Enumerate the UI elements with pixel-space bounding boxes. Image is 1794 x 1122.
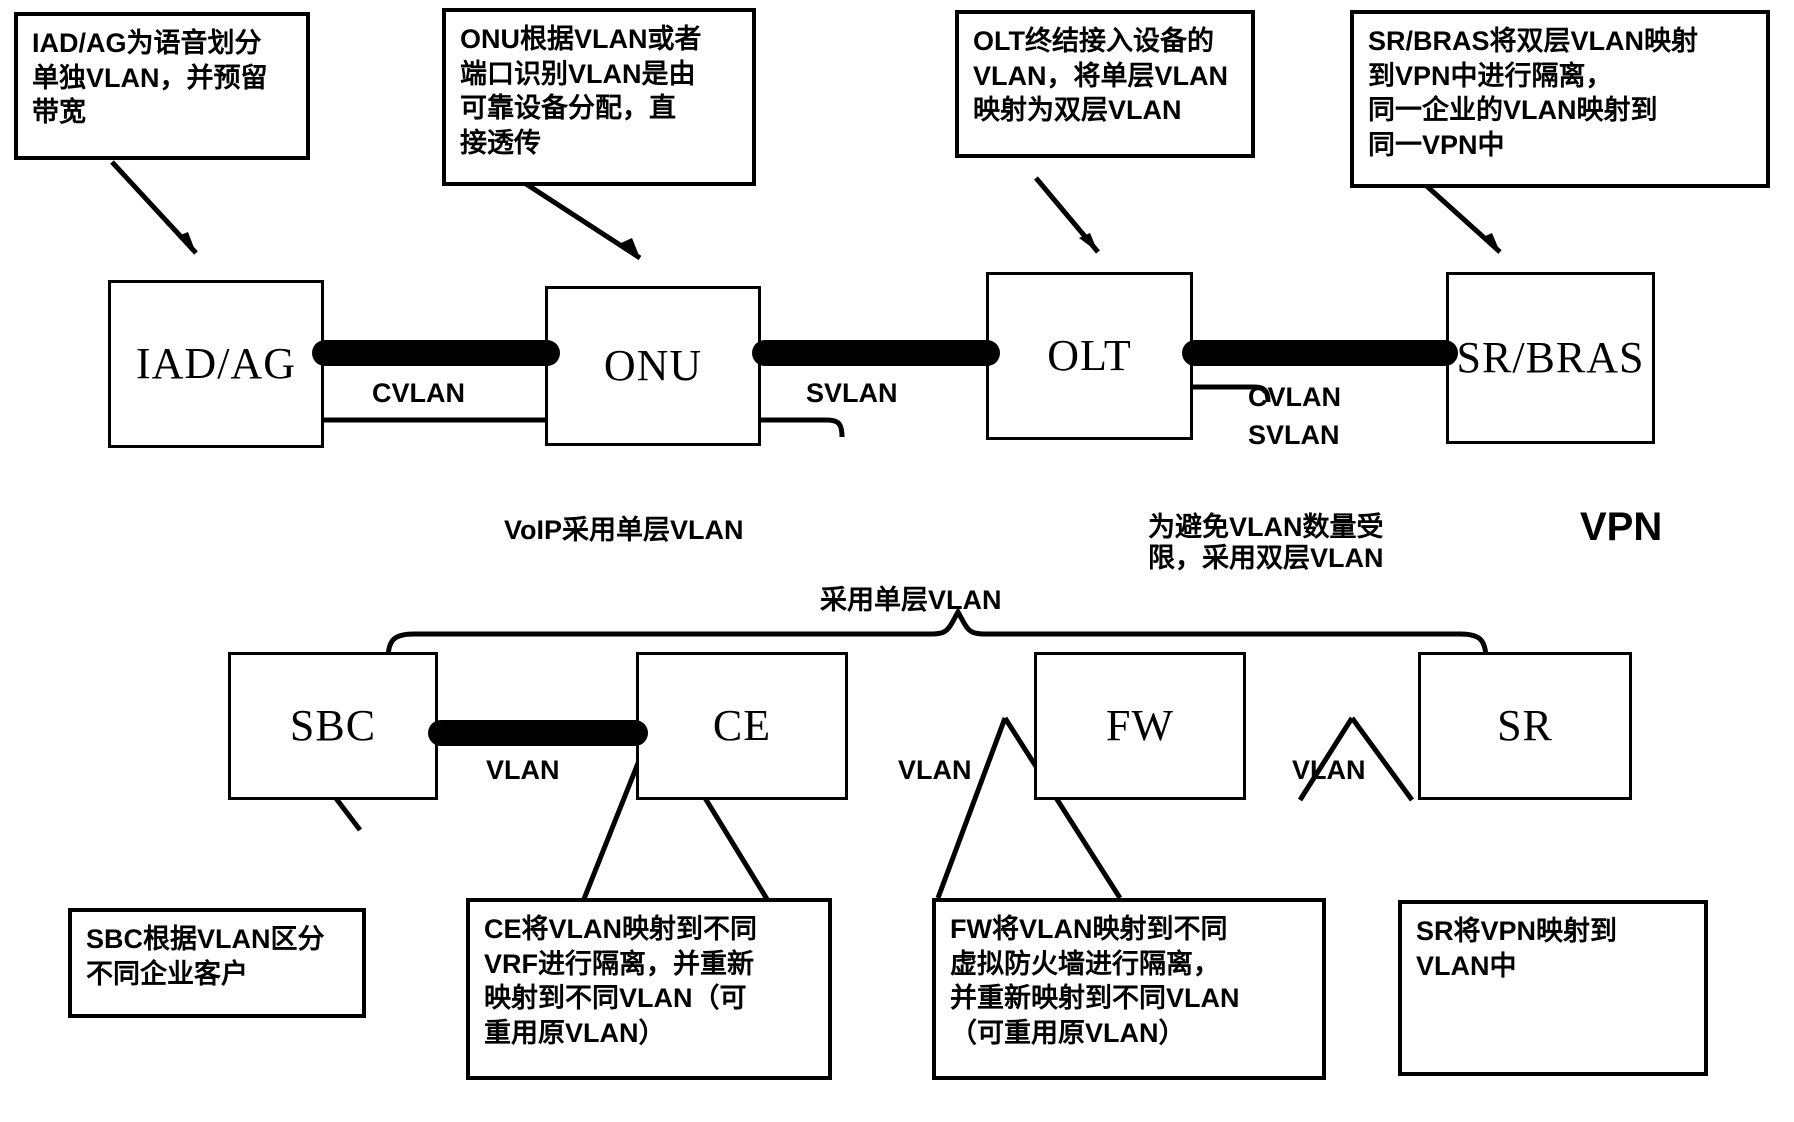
callout-sbc: SBC根据VLAN区分 不同企业客户 (68, 908, 366, 1018)
callout-line: 不同企业客户 (86, 958, 248, 989)
device-ce[interactable]: CE (636, 652, 848, 800)
callout-sr-bras: SR/BRAS将双层VLAN映射 到VPN中进行隔离， 同一企业的VLAN映射到… (1350, 10, 1770, 188)
device-fw[interactable]: FW (1034, 652, 1246, 800)
callout-olt: OLT终结接入设备的 VLAN，将单层VLAN 映射为双层VLAN (955, 10, 1255, 158)
device-label: FW (1106, 700, 1174, 750)
callout-onu: ONU根据VLAN或者 端口识别VLAN是由 可靠设备分配，直 接透传 (442, 8, 756, 186)
link-label-cvlan-1: CVLAN (372, 378, 465, 408)
callout-line: 可靠设备分配，直 (460, 93, 676, 124)
device-label: SBC (289, 700, 377, 750)
callout-line: 单独VLAN，并预留 (32, 62, 268, 93)
callout-line: 同一企业的VLAN映射到 (1368, 95, 1658, 126)
brace-label-line: 为避免VLAN数量受 (1148, 512, 1384, 542)
callout-line: ONU根据VLAN或者 (460, 24, 702, 54)
callout-line: CE将VLAN映射到不同 (484, 914, 758, 944)
callout-ce: CE将VLAN映射到不同 VRF进行隔离，并重新 映射到不同VLAN（可 重用原… (466, 898, 832, 1080)
callout-iad-ag: IAD/AG为语音划分 单独VLAN，并预留 带宽 (14, 12, 310, 160)
diagram-canvas: IAD/AG为语音划分 单独VLAN，并预留 带宽 ONU根据VLAN或者 端口… (0, 0, 1794, 1122)
callout-line: IAD/AG为语音划分 (32, 28, 262, 58)
device-iad-ag[interactable]: IAD/AG (108, 280, 324, 448)
link-label-svlan-1: SVLAN (806, 378, 898, 408)
callout-line: SR将VPN映射到 (1416, 916, 1618, 946)
device-label: ONU (603, 340, 703, 390)
device-olt[interactable]: OLT (986, 272, 1193, 440)
callout-fw: FW将VLAN映射到不同 虚拟防火墙进行隔离， 并重新映射到不同VLAN （可重… (932, 898, 1326, 1080)
callout-line: VLAN，将单层VLAN (973, 60, 1228, 91)
callout-line: 端口识别VLAN是由 (460, 58, 696, 89)
callout-line: 映射为双层VLAN (973, 95, 1182, 126)
link-label-cvlan-2: CVLAN (1248, 382, 1341, 412)
brace-label-single-vlan-row2: 采用单层VLAN (820, 585, 1002, 615)
link-iad-onu (312, 340, 560, 366)
brace-label-voip: VoIP采用单层VLAN (504, 515, 744, 545)
brace-single-vlan-row2 (385, 606, 1489, 661)
callout-line: VRF进行隔离，并重新 (484, 948, 754, 979)
callout-line: OLT终结接入设备的 (973, 26, 1214, 56)
callout-line: 到VPN中进行隔离， (1368, 60, 1613, 91)
device-sr[interactable]: SR (1418, 652, 1632, 800)
callout-line: 接透传 (460, 127, 541, 158)
device-label: SR/BRAS (1456, 332, 1645, 382)
callout-line: （可重用原VLAN） (950, 1017, 1186, 1048)
callout-arrowheads-top (178, 232, 1500, 258)
link-label-svlan-2: SVLAN (1248, 420, 1340, 450)
link-olt-srbras (1182, 340, 1458, 366)
link-onu-olt (752, 340, 1000, 366)
callout-line: 带宽 (32, 97, 86, 128)
device-sr-bras[interactable]: SR/BRAS (1446, 272, 1655, 444)
link-sbc-ce (428, 720, 648, 746)
brace-label-line: 限，采用双层VLAN (1148, 543, 1384, 574)
callout-sr: SR将VPN映射到 VLAN中 (1398, 900, 1708, 1076)
device-label: OLT (1047, 330, 1132, 380)
callout-pointers-top (110, 160, 1502, 261)
device-label: CE (712, 700, 772, 750)
brace-label-double-vlan: 为避免VLAN数量受 限，采用双层VLAN (1148, 512, 1438, 574)
device-label: SR (1497, 700, 1553, 750)
device-label: IAD/AG (136, 338, 296, 388)
callout-line: 重用原VLAN） (484, 1017, 666, 1048)
callout-line: 同一VPN中 (1368, 129, 1505, 160)
device-sbc[interactable]: SBC (228, 652, 438, 800)
callout-line: 虚拟防火墙进行隔离， (950, 948, 1220, 979)
link-label-vlan-1: VLAN (486, 755, 560, 785)
vpn-label: VPN (1580, 505, 1663, 549)
callout-line: 映射到不同VLAN（可 (484, 983, 747, 1014)
callout-line: FW将VLAN映射到不同 (950, 914, 1228, 944)
device-onu[interactable]: ONU (545, 286, 761, 446)
callout-line: 并重新映射到不同VLAN (950, 983, 1240, 1014)
link-label-vlan-2: VLAN (898, 755, 972, 785)
callout-line: SBC根据VLAN区分 (86, 924, 325, 954)
callout-line: VLAN中 (1416, 950, 1517, 981)
link-label-vlan-3: VLAN (1292, 755, 1366, 785)
callout-line: SR/BRAS将双层VLAN映射 (1368, 26, 1699, 56)
